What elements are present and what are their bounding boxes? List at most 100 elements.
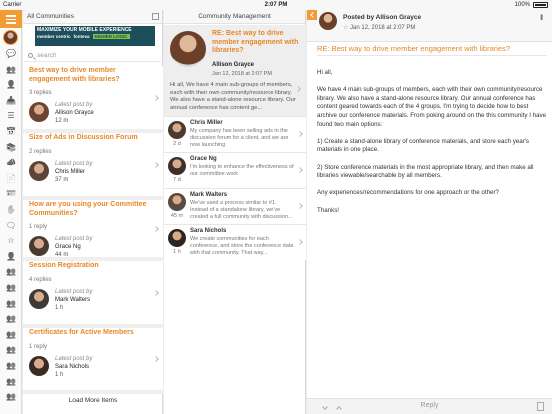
chevron-right-icon bbox=[153, 161, 159, 168]
latest-post-author: Chris Miller bbox=[55, 169, 85, 175]
message-paragraph: Thanks! bbox=[317, 206, 340, 214]
chevron-right-icon bbox=[153, 94, 159, 101]
replies-panel: Community Management RE: Best way to dri… bbox=[164, 10, 306, 414]
lead-post[interactable]: RE: Best way to drive member engagement … bbox=[164, 25, 306, 116]
group-icon[interactable]: 👥 bbox=[4, 391, 18, 403]
avatar bbox=[168, 157, 186, 175]
id-card-icon[interactable]: 🪪 bbox=[4, 188, 18, 200]
star-icon[interactable]: ☆ bbox=[4, 235, 18, 247]
reply-button[interactable]: Reply bbox=[307, 402, 552, 409]
message-panel: Posted by Allison Grayce ☆ Jan 12, 2018 … bbox=[307, 10, 552, 414]
latest-post-author: Sara Nichols bbox=[55, 364, 90, 370]
latest-post-meta: Latest post by Allison Grayce 12 m bbox=[55, 101, 94, 125]
search-input[interactable]: search bbox=[25, 50, 161, 62]
posted-date: ☆ Jan 12, 2018 at 2:07 PM bbox=[343, 24, 415, 31]
latest-post-meta: Latest post by Grace Ng 44 m bbox=[55, 235, 92, 259]
thread-item[interactable]: Size of Ads in Discussion Forum 2 replies… bbox=[23, 133, 163, 200]
chevron-right-icon bbox=[297, 203, 303, 209]
reply-count: 3 replies bbox=[29, 90, 52, 96]
reply-time: 1 h bbox=[173, 249, 181, 255]
thread-item[interactable]: Certificates for Active Members 1 reply La… bbox=[23, 328, 163, 394]
panel-title: All Communities bbox=[27, 13, 74, 20]
thread-item[interactable]: How are you using your Committee Communi… bbox=[23, 200, 163, 261]
latest-post-meta: Latest post by Mark Walters 1 h bbox=[55, 288, 92, 312]
battery-icon bbox=[533, 2, 548, 8]
library-icon[interactable]: 📚 bbox=[4, 142, 18, 154]
avatar bbox=[170, 31, 206, 67]
banner-brand-2: fonteva bbox=[73, 34, 90, 39]
reply-item[interactable]: 45 m Mark Walters We've used a process sim… bbox=[164, 188, 306, 224]
group-icon[interactable]: 👥 bbox=[4, 282, 18, 294]
calendar-icon[interactable]: 📅 bbox=[4, 126, 18, 138]
message-paragraph: Any experiences/recommendations for one … bbox=[317, 189, 499, 197]
latest-post-label: Latest post by bbox=[55, 161, 93, 167]
lead-post-author: Allison Grayce bbox=[212, 62, 255, 68]
panel-header: Community Management bbox=[164, 10, 305, 24]
lead-post-date: Jan 12, 2018 at 2:07 PM bbox=[212, 71, 272, 77]
group-icon[interactable]: 👥 bbox=[4, 360, 18, 372]
list-icon[interactable]: ☰ bbox=[4, 110, 18, 122]
ad-banner[interactable]: MAXIMIZE YOUR MOBILE EXPERIENCE member c… bbox=[35, 26, 155, 46]
reply-excerpt: I'm looking to enhance the effectiveness… bbox=[190, 164, 294, 178]
person-outline-icon[interactable]: 👤 bbox=[4, 251, 18, 263]
star-icon[interactable]: ☆ bbox=[343, 25, 350, 31]
reply-author: Grace Ng bbox=[190, 156, 217, 162]
load-more-button[interactable]: Load More Items bbox=[23, 394, 163, 408]
group-icon[interactable]: 👥 bbox=[4, 329, 18, 341]
panel-header: All Communities bbox=[23, 10, 162, 24]
nav-rail: 💬 👥 👤 📥 ☰ 📅 📚 📣 📄 🪪 ✋ 🗨 ☆ 👤 👥 👥 👥 👥 👥 👥 👥 👥 👥 bbox=[0, 10, 22, 414]
threads-panel: All Communities MAXIMIZE YOUR MOBILE EXP… bbox=[23, 10, 163, 414]
avatar bbox=[29, 236, 49, 256]
thread-title: How are you using your Committee Communi… bbox=[29, 201, 147, 217]
hamburger-menu-icon[interactable] bbox=[0, 10, 22, 28]
inbox-icon[interactable]: 📥 bbox=[4, 95, 18, 107]
reply-time: 2 d bbox=[173, 141, 181, 147]
reply-item[interactable]: 2 d Chris Miller My company has been selli… bbox=[164, 116, 306, 152]
lead-post-title: RE: Best way to drive member engagement … bbox=[212, 30, 299, 54]
latest-post-meta: Latest post by Sara Nichols 1 h bbox=[55, 355, 92, 379]
more-options-icon[interactable]: ••• bbox=[537, 14, 546, 19]
megaphone-icon[interactable]: 📣 bbox=[4, 157, 18, 169]
latest-post-meta: Latest post by Chris Miller 37 m bbox=[55, 160, 92, 184]
lead-post-excerpt: Hi all, We have 4 main sub-groups of mem… bbox=[170, 82, 296, 111]
group-icon[interactable]: 👥 bbox=[4, 344, 18, 356]
hand-icon[interactable]: ✋ bbox=[4, 204, 18, 216]
clock: 2:07 PM bbox=[264, 2, 288, 8]
reply-item[interactable]: 7 d Grace Ng I'm looking to enhance the ef… bbox=[164, 152, 306, 188]
thread-title: Session Registration bbox=[29, 262, 99, 269]
chat-bubble-icon[interactable]: 💬 bbox=[4, 48, 18, 60]
reply-count: 1 reply bbox=[29, 344, 48, 350]
thread-item[interactable]: Best way to drive member engagement with… bbox=[23, 66, 163, 133]
group-icon[interactable]: 👥 bbox=[4, 376, 18, 388]
share-icon[interactable] bbox=[537, 402, 544, 411]
avatar bbox=[29, 289, 49, 309]
compose-icon[interactable] bbox=[152, 13, 159, 20]
latest-post-time: 1 h bbox=[55, 305, 64, 311]
avatar bbox=[29, 161, 49, 181]
users-icon[interactable]: 👥 bbox=[4, 64, 18, 76]
thread-title: Size of Ads in Discussion Forum bbox=[29, 134, 138, 141]
group-icon[interactable]: 👥 bbox=[4, 266, 18, 278]
user-icon[interactable]: 👤 bbox=[4, 79, 18, 91]
reply-excerpt: We create communities for each conferenc… bbox=[190, 236, 294, 257]
discussion-icon[interactable]: 🗨 bbox=[4, 220, 18, 232]
chevron-right-icon bbox=[153, 289, 159, 296]
thread-title: Certificates for Active Members bbox=[29, 329, 134, 336]
message-header: Posted by Allison Grayce ☆ Jan 12, 2018 … bbox=[307, 10, 552, 42]
latest-post-label: Latest post by bbox=[55, 289, 93, 295]
latest-post-time: 12 m bbox=[55, 118, 69, 124]
document-icon[interactable]: 📄 bbox=[4, 173, 18, 185]
group-icon[interactable]: 👥 bbox=[4, 298, 18, 310]
chevron-right-icon bbox=[297, 167, 303, 173]
reply-count: 1 reply bbox=[29, 224, 48, 230]
thread-item[interactable]: Session Registration 4 replies Latest post… bbox=[23, 261, 163, 328]
profile-avatar[interactable] bbox=[3, 30, 18, 45]
back-arrow-icon[interactable] bbox=[307, 10, 317, 20]
thread-title: Best way to drive member engagement with… bbox=[29, 67, 120, 83]
chevron-right-icon bbox=[297, 131, 303, 137]
message-paragraph: 1) Create a stand-alone library of confe… bbox=[317, 137, 530, 154]
group-icon[interactable]: 👥 bbox=[4, 313, 18, 325]
message-body: Hi all, We have 4 main sub-groups of memb… bbox=[317, 69, 547, 224]
panel-title: Community Management bbox=[198, 13, 271, 20]
reply-item[interactable]: 1 h Sara Nichols We create communities for… bbox=[164, 224, 306, 260]
